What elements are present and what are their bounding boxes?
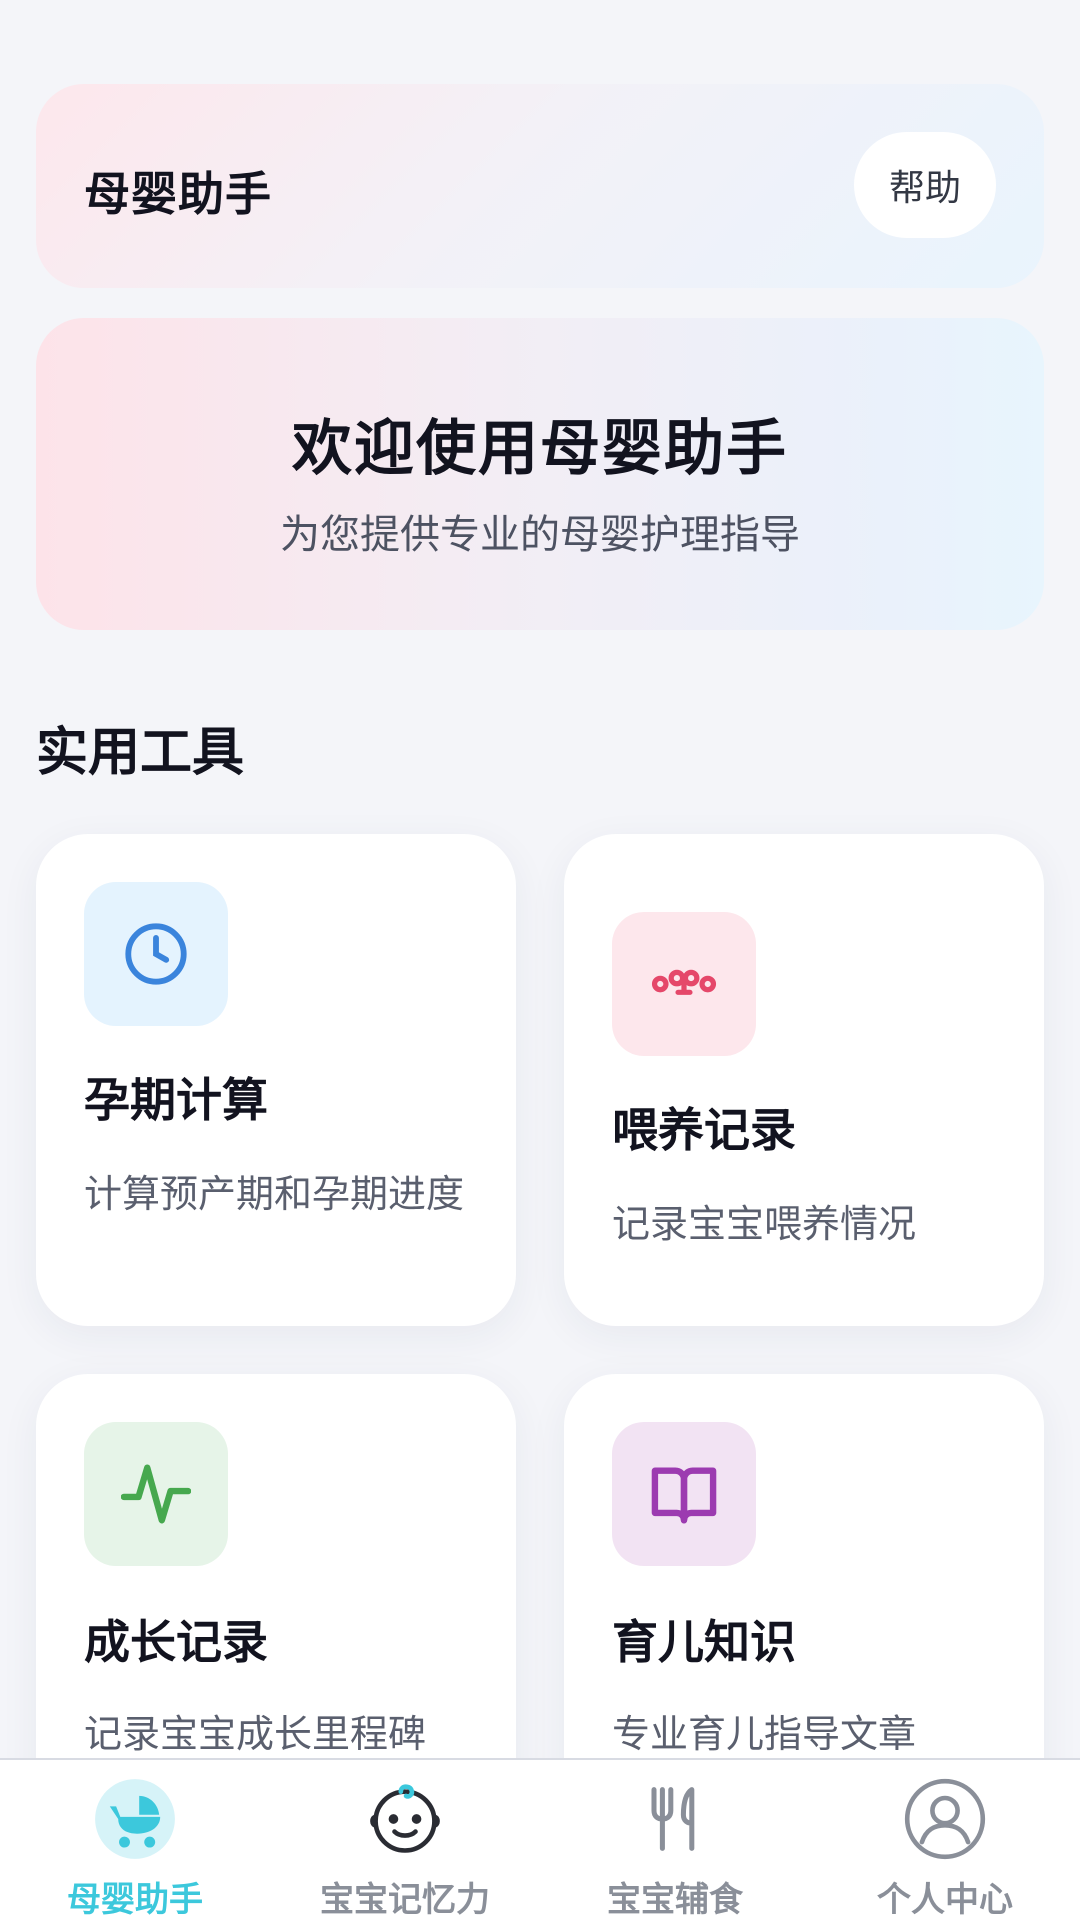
stroller-icon xyxy=(90,1774,180,1864)
user-icon xyxy=(900,1774,990,1864)
tab-label: 母婴助手 xyxy=(67,1880,203,1920)
clock-icon xyxy=(84,882,228,1026)
tab-mother-baby-assistant[interactable]: 母婴助手 xyxy=(0,1760,270,1920)
tab-label: 宝宝辅食 xyxy=(607,1880,743,1920)
welcome-title: 欢迎使用母婴助手 xyxy=(292,414,788,484)
card-title: 孕期计算 xyxy=(84,1073,268,1127)
card-title: 成长记录 xyxy=(84,1615,268,1669)
tool-card-feeding-record[interactable]: 喂养记录 记录宝宝喂养情况 xyxy=(564,834,1044,1326)
tools-section-title: 实用工具 xyxy=(36,723,245,783)
card-description: 记录宝宝成长里程碑 xyxy=(84,1712,427,1756)
tab-baby-food[interactable]: 宝宝辅食 xyxy=(540,1760,810,1920)
bottom-tab-bar: 母婴助手 宝宝记忆力 宝宝辅食 个人中心 xyxy=(0,1758,1080,1920)
app-title: 母婴助手 xyxy=(84,167,272,221)
tab-personal-center[interactable]: 个人中心 xyxy=(810,1760,1080,1920)
help-button[interactable]: 帮助 xyxy=(854,132,996,238)
app-header: 母婴助手 帮助 xyxy=(36,84,1044,288)
tab-baby-memory[interactable]: 宝宝记忆力 xyxy=(270,1760,540,1920)
book-icon xyxy=(612,1422,756,1566)
card-description: 专业育儿指导文章 xyxy=(612,1712,917,1756)
bottle-icon xyxy=(612,912,756,1056)
tool-card-pregnancy-calculator[interactable]: 孕期计算 计算预产期和孕期进度 xyxy=(36,834,516,1326)
card-title: 育儿知识 xyxy=(612,1615,796,1669)
card-description: 记录宝宝喂养情况 xyxy=(612,1202,917,1246)
card-title: 喂养记录 xyxy=(612,1103,796,1157)
card-description: 计算预产期和孕期进度 xyxy=(84,1172,465,1216)
tab-label: 宝宝记忆力 xyxy=(320,1880,490,1920)
baby-face-icon xyxy=(360,1774,450,1864)
welcome-banner: 欢迎使用母婴助手 为您提供专业的母婴护理指导 xyxy=(36,318,1044,630)
tab-label: 个人中心 xyxy=(877,1880,1013,1920)
activity-icon xyxy=(84,1422,228,1566)
welcome-subtitle: 为您提供专业的母婴护理指导 xyxy=(280,512,800,558)
fork-knife-icon xyxy=(630,1774,720,1864)
